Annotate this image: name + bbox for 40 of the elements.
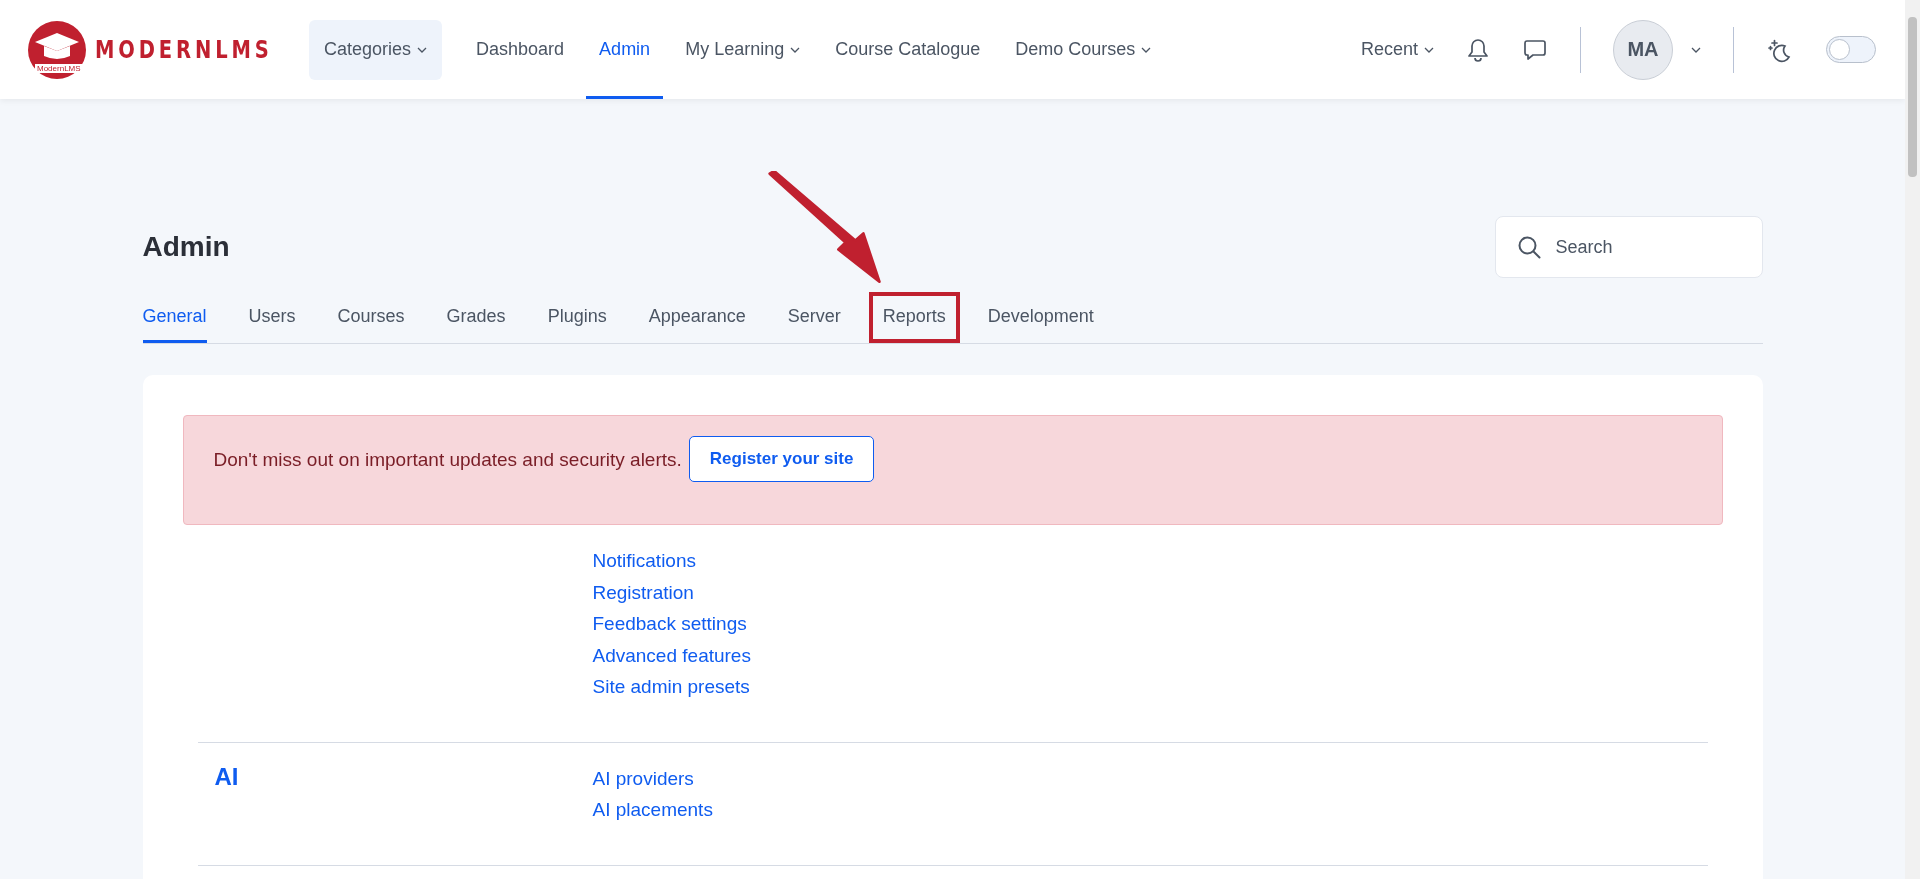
user-avatar[interactable]: MA bbox=[1613, 19, 1673, 80]
recent-dropdown[interactable]: Recent bbox=[1360, 39, 1434, 60]
chevron-down-icon bbox=[1424, 46, 1434, 53]
logo-wordmark[interactable]: MODERNLMS bbox=[95, 35, 273, 64]
nav-link[interactable]: Dashboard bbox=[463, 0, 578, 99]
logo-badge-text: ModernLMS bbox=[35, 63, 83, 73]
admin-tab[interactable]: Plugins bbox=[526, 292, 628, 343]
chevron-down-icon[interactable] bbox=[1691, 46, 1701, 53]
search-field[interactable]: Search bbox=[1494, 216, 1763, 278]
nav-link[interactable]: Course Catalogue bbox=[822, 0, 994, 99]
chevron-down-icon bbox=[1141, 46, 1152, 53]
scrollbar[interactable] bbox=[1905, 0, 1920, 879]
settings-link[interactable]: Advanced features bbox=[592, 639, 751, 671]
page-title: Admin bbox=[142, 231, 230, 263]
settings-link[interactable]: Notifications bbox=[592, 545, 751, 577]
nav-dropdown-button[interactable]: Categories bbox=[309, 19, 443, 80]
nav-link[interactable]: Demo Courses bbox=[1002, 0, 1165, 99]
settings-link[interactable]: AI placements bbox=[592, 794, 713, 826]
admin-tab[interactable]: General bbox=[142, 292, 207, 343]
admin-tab[interactable]: Reports bbox=[868, 292, 960, 343]
admin-tab[interactable]: Development bbox=[966, 292, 1115, 343]
register-site-button[interactable]: Register your site bbox=[688, 436, 875, 482]
nav-link[interactable]: Admin bbox=[586, 0, 664, 99]
admin-tab[interactable]: Server bbox=[766, 292, 862, 343]
dark-mode-toggle[interactable] bbox=[1826, 36, 1876, 63]
nav-link[interactable]: My Learning bbox=[672, 0, 814, 99]
admin-tab[interactable]: Appearance bbox=[627, 292, 767, 343]
admin-tab[interactable]: Courses bbox=[316, 292, 426, 343]
section-heading[interactable]: AI bbox=[214, 762, 593, 791]
chevron-down-icon bbox=[417, 46, 428, 53]
settings-link[interactable]: Registration bbox=[592, 576, 751, 608]
bell-icon[interactable] bbox=[1466, 36, 1490, 63]
settings-link[interactable]: AI providers bbox=[592, 762, 713, 794]
settings-link[interactable]: Feedback settings bbox=[592, 608, 751, 640]
admin-tab[interactable]: Grades bbox=[425, 292, 527, 343]
admin-tab[interactable]: Users bbox=[227, 292, 317, 343]
alert-message: Don't miss out on important updates and security alerts. bbox=[213, 449, 682, 471]
search-icon bbox=[1516, 235, 1541, 259]
chevron-down-icon bbox=[790, 46, 801, 53]
settings-link[interactable]: Site admin presets bbox=[592, 671, 751, 703]
